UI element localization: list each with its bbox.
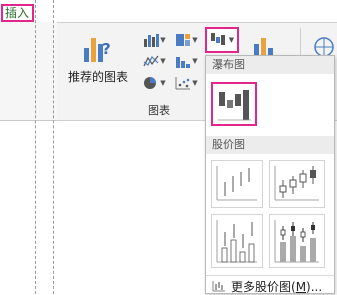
stock-chart-small-icon — [212, 281, 225, 292]
stock-hlc-icon — [216, 166, 257, 201]
recommended-charts-button[interactable]: ? 推荐的图表 — [64, 30, 132, 94]
statistic-chart-button[interactable]: ▼ — [173, 52, 200, 70]
pie-chart-icon — [144, 77, 157, 89]
waterfall-thumb-icon — [218, 90, 251, 121]
ribbon-bottom-border — [0, 120, 57, 121]
pie-chart-button[interactable]: ▼ — [141, 74, 168, 92]
high-low-close-thumbnail[interactable] — [211, 160, 263, 208]
chevron-down-icon: ▼ — [160, 57, 166, 65]
column-chart-button[interactable]: ▼ — [141, 31, 168, 49]
volume-high-low-close-thumbnail[interactable] — [211, 214, 263, 268]
more-stock-charts-item[interactable]: 更多股价图(M)... — [212, 278, 334, 294]
hierarchy-chart-icon — [176, 34, 191, 46]
ribbon-top-line — [57, 22, 337, 23]
page-margin-guide-2 — [53, 0, 54, 294]
waterfall-stock-dropdown: 瀑布图 股价图 更多股价图(M)... — [205, 55, 335, 294]
stock-vhlc-icon — [216, 220, 257, 263]
ribbon-left-region — [0, 22, 57, 120]
waterfall-chart-thumbnail[interactable] — [211, 82, 257, 126]
insert-tab-label: 插入 — [5, 6, 30, 20]
scatter-chart-icon — [175, 77, 191, 90]
scatter-chart-button[interactable]: ▼ — [173, 74, 200, 92]
recommended-charts-label: 推荐的图表 — [67, 70, 128, 84]
line-chart-icon — [143, 55, 159, 67]
stock-ohlc-icon — [274, 166, 319, 201]
chevron-down-icon: ▼ — [192, 57, 198, 65]
chevron-down-icon: ▼ — [160, 36, 166, 44]
waterfall-section-header: 瀑布图 — [206, 56, 334, 74]
chevron-down-icon: ▼ — [160, 79, 166, 87]
open-high-low-close-thumbnail[interactable] — [269, 160, 325, 208]
page-margin-guide-1 — [35, 0, 36, 294]
stock-vohlc-icon — [274, 220, 319, 263]
insert-tab[interactable]: 插入 — [1, 4, 34, 22]
more-stock-charts-label: 更多股价图(M)... — [231, 279, 323, 294]
line-chart-button[interactable]: ▼ — [141, 52, 168, 70]
stock-section-header: 股价图 — [206, 136, 334, 154]
recommended-charts-icon: ? — [84, 38, 111, 62]
chevron-down-icon: ▼ — [192, 79, 198, 87]
svg-text:?: ? — [102, 40, 111, 58]
charts-group-label: 图表 — [148, 104, 170, 117]
statistic-chart-icon — [176, 57, 191, 68]
waterfall-chart-icon — [210, 33, 225, 45]
hierarchy-chart-button[interactable]: ▼ — [173, 31, 200, 49]
volume-open-high-low-close-thumbnail[interactable] — [269, 214, 325, 268]
waterfall-stock-chart-button[interactable]: ▼ — [205, 27, 239, 53]
chevron-down-icon: ▼ — [228, 36, 235, 44]
chevron-down-icon: ▼ — [192, 36, 198, 44]
column-chart-icon — [144, 34, 160, 47]
dropdown-divider — [206, 275, 334, 276]
